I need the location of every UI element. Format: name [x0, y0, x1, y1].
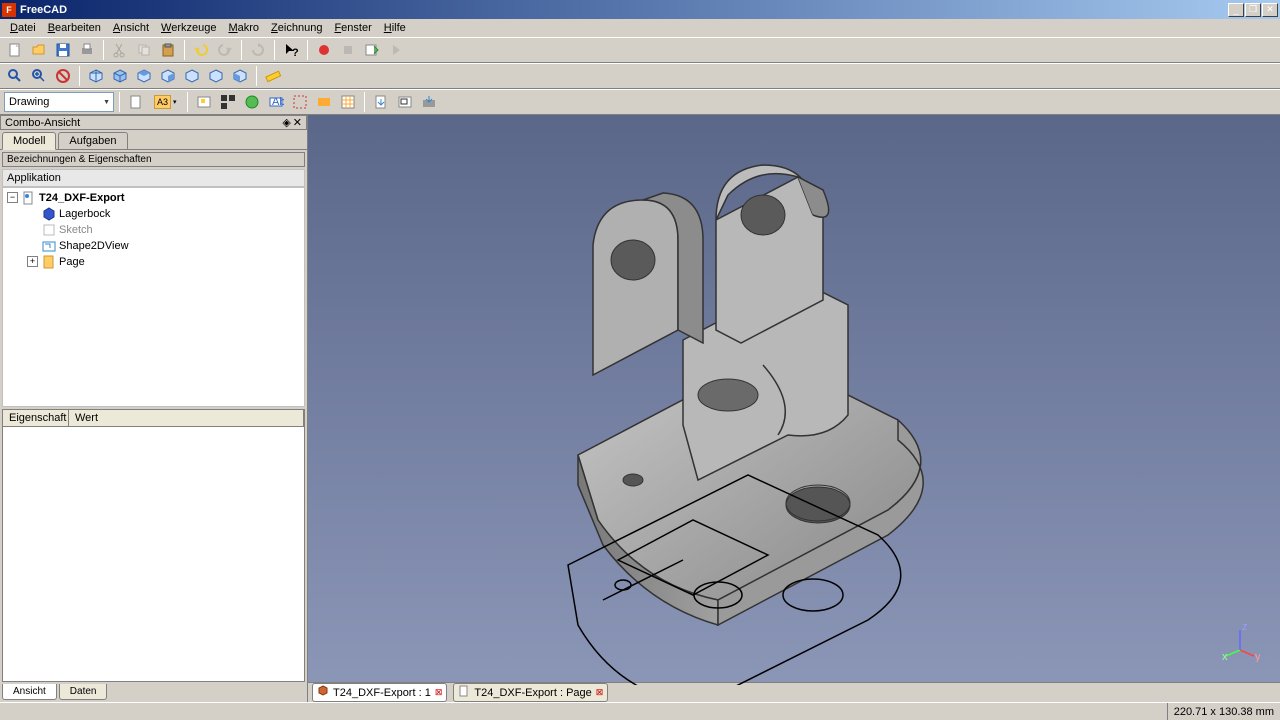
- ortho-views-button[interactable]: [217, 91, 239, 113]
- new-page-button[interactable]: [125, 91, 147, 113]
- paste-button[interactable]: [157, 39, 179, 61]
- doc-tab[interactable]: T24_DXF-Export : Page⊠: [453, 683, 608, 702]
- title-bar: F FreeCAD _ ❐ ✕: [0, 0, 1280, 19]
- menu-zeichnung[interactable]: Zeichnung: [265, 21, 328, 35]
- clip-button[interactable]: [289, 91, 311, 113]
- panel-float-button[interactable]: ◈: [282, 116, 290, 129]
- svg-text:y: y: [1255, 651, 1260, 662]
- view-bottom-button[interactable]: [205, 65, 227, 87]
- view-top-button[interactable]: [133, 65, 155, 87]
- a3-landscape-button[interactable]: A3▾: [149, 91, 182, 113]
- view-left-button[interactable]: [229, 65, 251, 87]
- macro-record-button[interactable]: [313, 39, 335, 61]
- macro-stop-button[interactable]: [337, 39, 359, 61]
- prop-header-name[interactable]: Eigenschaft: [3, 410, 69, 426]
- axis-indicator: y x z: [1220, 622, 1260, 662]
- svg-text:x: x: [1222, 651, 1228, 662]
- doc-tab-close[interactable]: ⊠: [435, 687, 443, 698]
- tree-doc-root[interactable]: − T24_DXF-Export: [5, 190, 302, 206]
- view-front-button[interactable]: [109, 65, 131, 87]
- menu-ansicht[interactable]: Ansicht: [107, 21, 155, 35]
- combo-view-panel: Combo-Ansicht ◈✕ Modell Aufgaben Bezeich…: [0, 115, 308, 702]
- copy-button[interactable]: [133, 39, 155, 61]
- shape2d-icon: [42, 239, 56, 253]
- document-tabs: T24_DXF-Export : 1⊠ T24_DXF-Export : Page…: [308, 682, 1280, 702]
- tab-view[interactable]: Ansicht: [2, 684, 57, 700]
- tab-data[interactable]: Daten: [59, 684, 108, 700]
- menu-datei[interactable]: Datei: [4, 21, 42, 35]
- macro-edit-button[interactable]: [361, 39, 383, 61]
- workbench-select[interactable]: Drawing: [4, 92, 114, 112]
- close-button[interactable]: ✕: [1262, 3, 1278, 17]
- app-title: FreeCAD: [20, 4, 1228, 16]
- print-button[interactable]: [76, 39, 98, 61]
- doc-tab-close[interactable]: ⊠: [596, 687, 604, 698]
- refresh-button[interactable]: [247, 39, 269, 61]
- svg-text:z: z: [1242, 622, 1248, 633]
- view-style-button[interactable]: [52, 65, 74, 87]
- symbol-button[interactable]: [313, 91, 335, 113]
- save-button[interactable]: [52, 39, 74, 61]
- model-preview: [468, 125, 1108, 685]
- undo-button[interactable]: [190, 39, 212, 61]
- status-bar: 220.71 x 130.38 mm: [0, 702, 1280, 720]
- menu-bar: DateiBearbeitenAnsichtWerkzeugeMakroZeic…: [0, 19, 1280, 37]
- tab-model[interactable]: Modell: [2, 132, 56, 150]
- annotation-button[interactable]: Ab: [265, 91, 287, 113]
- doc-tab[interactable]: T24_DXF-Export : 1⊠: [312, 683, 447, 702]
- spreadsheet-view-button[interactable]: [337, 91, 359, 113]
- toolbar-drawing: Drawing A3▾ Ab: [0, 89, 1280, 115]
- tree-item-lagerbock[interactable]: Lagerbock: [5, 206, 302, 222]
- menu-makro[interactable]: Makro: [222, 21, 265, 35]
- whatsthis-button[interactable]: ?: [280, 39, 302, 61]
- svg-text:?: ?: [292, 47, 299, 58]
- part-icon: [42, 207, 56, 221]
- tree-item-sketch[interactable]: Sketch: [5, 222, 302, 238]
- property-panel: Eigenschaft Wert: [2, 409, 305, 682]
- application-label: Applikation: [2, 169, 305, 187]
- insert-view-button[interactable]: [193, 91, 215, 113]
- combo-view-header: Combo-Ansicht ◈✕: [0, 115, 307, 130]
- measure-button[interactable]: [262, 65, 284, 87]
- minimize-button[interactable]: _: [1228, 3, 1244, 17]
- cut-button[interactable]: [109, 39, 131, 61]
- doc-tab-icon: [317, 685, 329, 700]
- redo-button[interactable]: [214, 39, 236, 61]
- svg-text:Ab: Ab: [272, 96, 284, 108]
- page-icon: [42, 255, 56, 269]
- labels-properties-header: Bezeichnungen & Eigenschaften: [2, 152, 305, 167]
- restore-button[interactable]: ❐: [1245, 3, 1261, 17]
- menu-werkzeuge[interactable]: Werkzeuge: [155, 21, 222, 35]
- doc-tab-icon: [458, 685, 470, 700]
- model-tree[interactable]: − T24_DXF-Export Lagerbock Sketch Shape2…: [2, 187, 305, 407]
- toolbar-file: ?: [0, 37, 1280, 63]
- open-button[interactable]: [28, 39, 50, 61]
- menu-hilfe[interactable]: Hilfe: [378, 21, 412, 35]
- sketch-icon: [42, 223, 56, 237]
- new-button[interactable]: [4, 39, 26, 61]
- document-icon: [22, 191, 36, 205]
- viewport-3d[interactable]: y x z T24_DXF-Export : 1⊠T24_DXF-Export …: [308, 115, 1280, 702]
- tree-item-shape2dview[interactable]: Shape2DView: [5, 238, 302, 254]
- export-page-button[interactable]: [370, 91, 392, 113]
- toolbar-view: [0, 63, 1280, 89]
- menu-bearbeiten[interactable]: Bearbeiten: [42, 21, 107, 35]
- export-dxf-button[interactable]: [418, 91, 440, 113]
- browser-view-button[interactable]: [241, 91, 263, 113]
- tab-tasks[interactable]: Aufgaben: [58, 132, 127, 149]
- zoom-in-button[interactable]: [28, 65, 50, 87]
- project-shape-button[interactable]: [394, 91, 416, 113]
- zoom-fit-button[interactable]: [4, 65, 26, 87]
- view-right-button[interactable]: [157, 65, 179, 87]
- view-rear-button[interactable]: [181, 65, 203, 87]
- view-iso-button[interactable]: [85, 65, 107, 87]
- macro-run-button[interactable]: [385, 39, 407, 61]
- status-coords: 220.71 x 130.38 mm: [1167, 703, 1280, 720]
- panel-close-button[interactable]: ✕: [293, 116, 302, 129]
- menu-fenster[interactable]: Fenster: [328, 21, 377, 35]
- tree-item-page[interactable]: + Page: [5, 254, 302, 270]
- app-icon: F: [2, 3, 16, 17]
- prop-header-value[interactable]: Wert: [69, 410, 304, 426]
